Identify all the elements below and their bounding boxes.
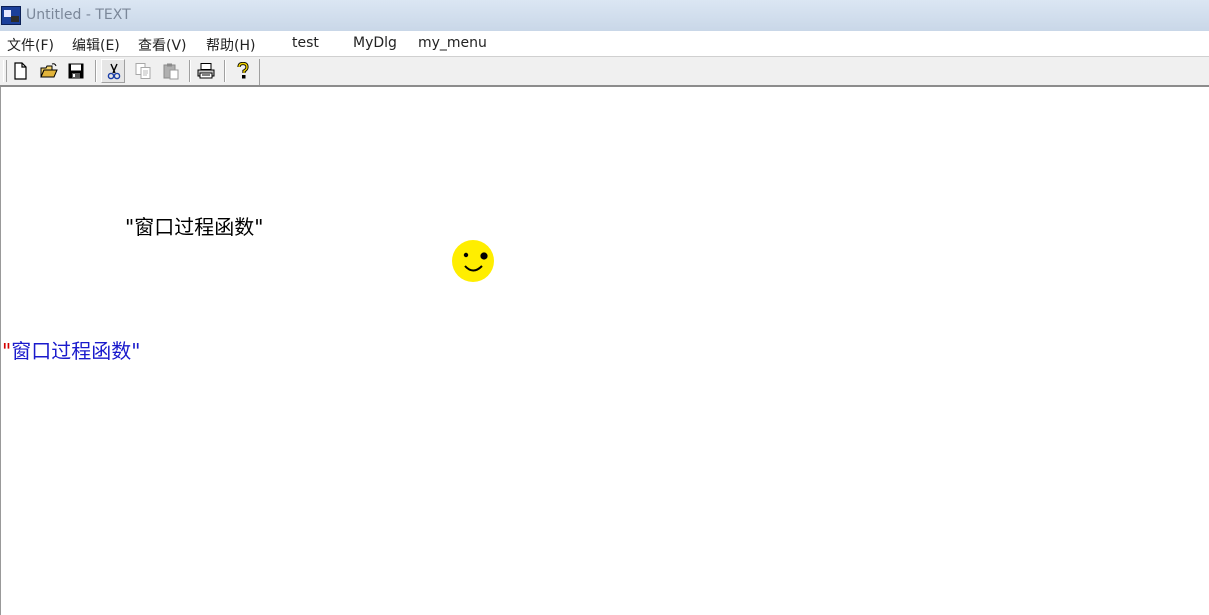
client-area[interactable]: "窗口过程函数" "窗口过程函数": [0, 87, 1209, 615]
open-folder-icon: [40, 63, 58, 78]
paste-button[interactable]: [159, 59, 183, 83]
menu-help[interactable]: 帮助(H): [206, 35, 255, 55]
menu-test[interactable]: test: [292, 35, 319, 51]
smiley-face-icon: [452, 240, 494, 282]
menu-edit[interactable]: 编辑(E): [72, 35, 120, 55]
toolbar: [0, 57, 1209, 87]
cut-button[interactable]: [101, 59, 125, 83]
app-icon[interactable]: [1, 6, 21, 25]
help-icon: [237, 62, 249, 79]
copy-button[interactable]: [131, 59, 155, 83]
save-button[interactable]: [64, 59, 88, 83]
open-button[interactable]: [37, 59, 61, 83]
title-bar[interactable]: Untitled - TEXT: [0, 0, 1209, 31]
paste-icon: [163, 63, 179, 80]
menu-mydlg[interactable]: MyDlg: [353, 35, 397, 51]
new-document-icon: [14, 62, 27, 80]
print-button[interactable]: [194, 59, 218, 83]
toolbar-grip[interactable]: [3, 60, 7, 82]
drawn-text-blue: "窗口过程函数": [2, 335, 140, 364]
window-title: Untitled - TEXT: [26, 7, 131, 23]
toolbar-separator: [95, 60, 97, 82]
toolbar-separator: [189, 60, 191, 82]
print-icon: [197, 63, 215, 79]
save-disk-icon: [68, 63, 84, 79]
menu-file[interactable]: 文件(F): [7, 35, 54, 55]
drawn-text-black: "窗口过程函数": [125, 215, 264, 239]
menu-my-menu[interactable]: my_menu: [418, 35, 487, 51]
menu-bar: 文件(F) 编辑(E) 查看(V) 帮助(H) test MyDlg my_me…: [0, 31, 1209, 57]
menu-view[interactable]: 查看(V): [138, 35, 187, 55]
toolbar-separator: [224, 60, 226, 82]
toolbar-end-divider: [259, 59, 260, 85]
copy-icon: [135, 63, 151, 79]
blue-text-body: 窗口过程函数": [11, 339, 141, 363]
cut-scissors-icon: [107, 63, 121, 80]
new-button[interactable]: [8, 59, 32, 83]
red-quote-mark: ": [2, 339, 12, 363]
help-button[interactable]: [231, 59, 255, 83]
